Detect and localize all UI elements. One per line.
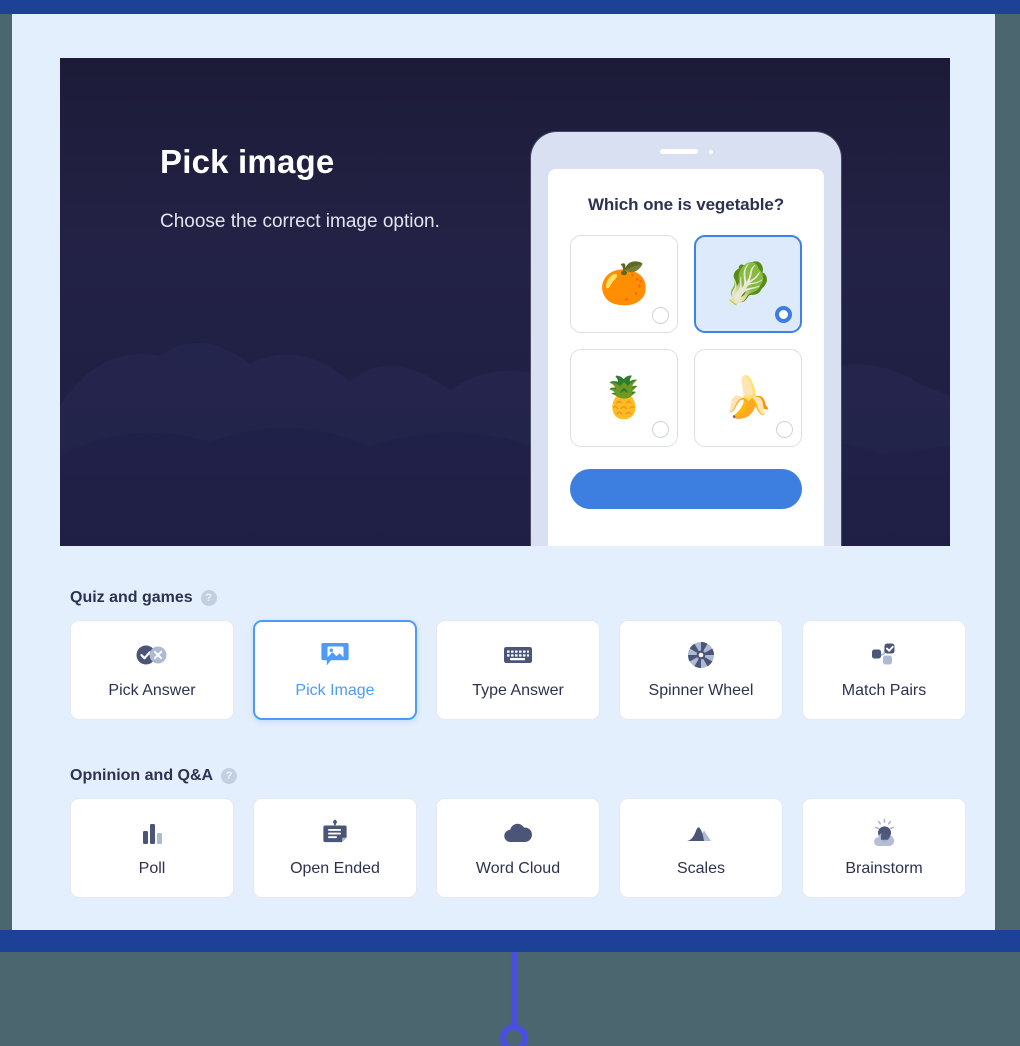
card-label: Scales bbox=[676, 860, 726, 877]
phone-option-radio[interactable] bbox=[652, 307, 669, 324]
section-quiz-and-games: Quiz and games ? Pick Answer Pick Image … bbox=[70, 589, 970, 720]
phone-submit-button[interactable] bbox=[570, 469, 802, 509]
banana-icon: 🍌 bbox=[723, 376, 773, 420]
section-header: Quiz and games ? bbox=[70, 589, 970, 607]
card-type-answer[interactable]: Type Answer bbox=[436, 620, 600, 720]
mountains-icon bbox=[684, 818, 718, 848]
card-row-opinion: Poll Open Ended Word Cloud Scales Brains… bbox=[70, 798, 970, 898]
bar-chart-icon bbox=[135, 818, 169, 848]
spinner-wheel-icon bbox=[684, 640, 718, 670]
phone-speaker-icon bbox=[660, 149, 698, 154]
card-poll[interactable]: Poll bbox=[70, 798, 234, 898]
phone-option-radio[interactable] bbox=[652, 421, 669, 438]
hero-title: Pick image bbox=[160, 143, 335, 180]
hero-banner: Pick image Choose the correct image opti… bbox=[60, 58, 950, 546]
card-scales[interactable]: Scales bbox=[619, 798, 783, 898]
card-label: Pick Answer bbox=[108, 682, 196, 699]
orange-icon: 🍊 bbox=[599, 262, 649, 306]
phone-option-orange[interactable]: 🍊 bbox=[570, 235, 678, 333]
note-icon bbox=[318, 818, 352, 848]
phone-option-cabbage[interactable]: 🥬 bbox=[694, 235, 802, 333]
card-label: Open Ended bbox=[290, 860, 380, 877]
phone-option-grid: 🍊 🥬 🍍 🍌 bbox=[570, 235, 802, 447]
phone-option-radio[interactable] bbox=[776, 421, 793, 438]
card-label: Brainstorm bbox=[845, 860, 923, 877]
section-header: Opninion and Q&A ? bbox=[70, 767, 970, 785]
image-bubble-icon bbox=[318, 640, 352, 670]
hero-text-block: Pick image Choose the correct image opti… bbox=[160, 143, 480, 238]
card-label: Poll bbox=[138, 860, 166, 877]
keyboard-icon bbox=[501, 640, 535, 670]
phone-option-banana[interactable]: 🍌 bbox=[694, 349, 802, 447]
cloud-icon bbox=[501, 818, 535, 848]
card-open-ended[interactable]: Open Ended bbox=[253, 798, 417, 898]
card-label: Word Cloud bbox=[475, 860, 561, 877]
card-label: Match Pairs bbox=[841, 682, 927, 699]
check-cross-icon bbox=[135, 640, 169, 670]
bottom-accent-band bbox=[0, 930, 1020, 952]
phone-mockup: Which one is vegetable? 🍊 🥬 🍍 🍌 bbox=[531, 132, 841, 546]
card-spinner-wheel[interactable]: Spinner Wheel bbox=[619, 620, 783, 720]
phone-camera-icon bbox=[709, 150, 713, 154]
section-opinion-and-qa: Opninion and Q&A ? Poll Open Ended Word … bbox=[70, 767, 970, 898]
lightbulb-cloud-icon bbox=[867, 818, 901, 848]
match-pairs-icon bbox=[867, 640, 901, 670]
phone-screen: Which one is vegetable? 🍊 🥬 🍍 🍌 bbox=[548, 169, 824, 546]
question-type-panel: Pick image Choose the correct image opti… bbox=[12, 14, 995, 930]
connector-line bbox=[500, 952, 528, 1046]
section-title: Opninion and Q&A bbox=[70, 767, 214, 784]
card-word-cloud[interactable]: Word Cloud bbox=[436, 798, 600, 898]
card-pick-answer[interactable]: Pick Answer bbox=[70, 620, 234, 720]
top-accent-band bbox=[0, 0, 1020, 14]
card-brainstorm[interactable]: Brainstorm bbox=[802, 798, 966, 898]
pineapple-icon: 🍍 bbox=[599, 376, 649, 420]
card-pick-image[interactable]: Pick Image bbox=[253, 620, 417, 720]
card-row-quiz: Pick Answer Pick Image Type Answer Spinn… bbox=[70, 620, 970, 720]
help-icon[interactable]: ? bbox=[200, 590, 217, 606]
phone-option-pineapple[interactable]: 🍍 bbox=[570, 349, 678, 447]
help-icon[interactable]: ? bbox=[221, 768, 238, 784]
phone-question-text: Which one is vegetable? bbox=[587, 195, 785, 214]
phone-option-radio-selected[interactable] bbox=[775, 306, 792, 323]
cabbage-icon: 🥬 bbox=[723, 262, 773, 306]
card-label: Pick Image bbox=[295, 682, 375, 699]
card-label: Type Answer bbox=[472, 682, 564, 699]
hero-subtitle: Choose the correct image option. bbox=[160, 211, 440, 233]
card-label: Spinner Wheel bbox=[648, 682, 754, 699]
card-match-pairs[interactable]: Match Pairs bbox=[802, 620, 966, 720]
section-title: Quiz and games bbox=[70, 589, 193, 606]
